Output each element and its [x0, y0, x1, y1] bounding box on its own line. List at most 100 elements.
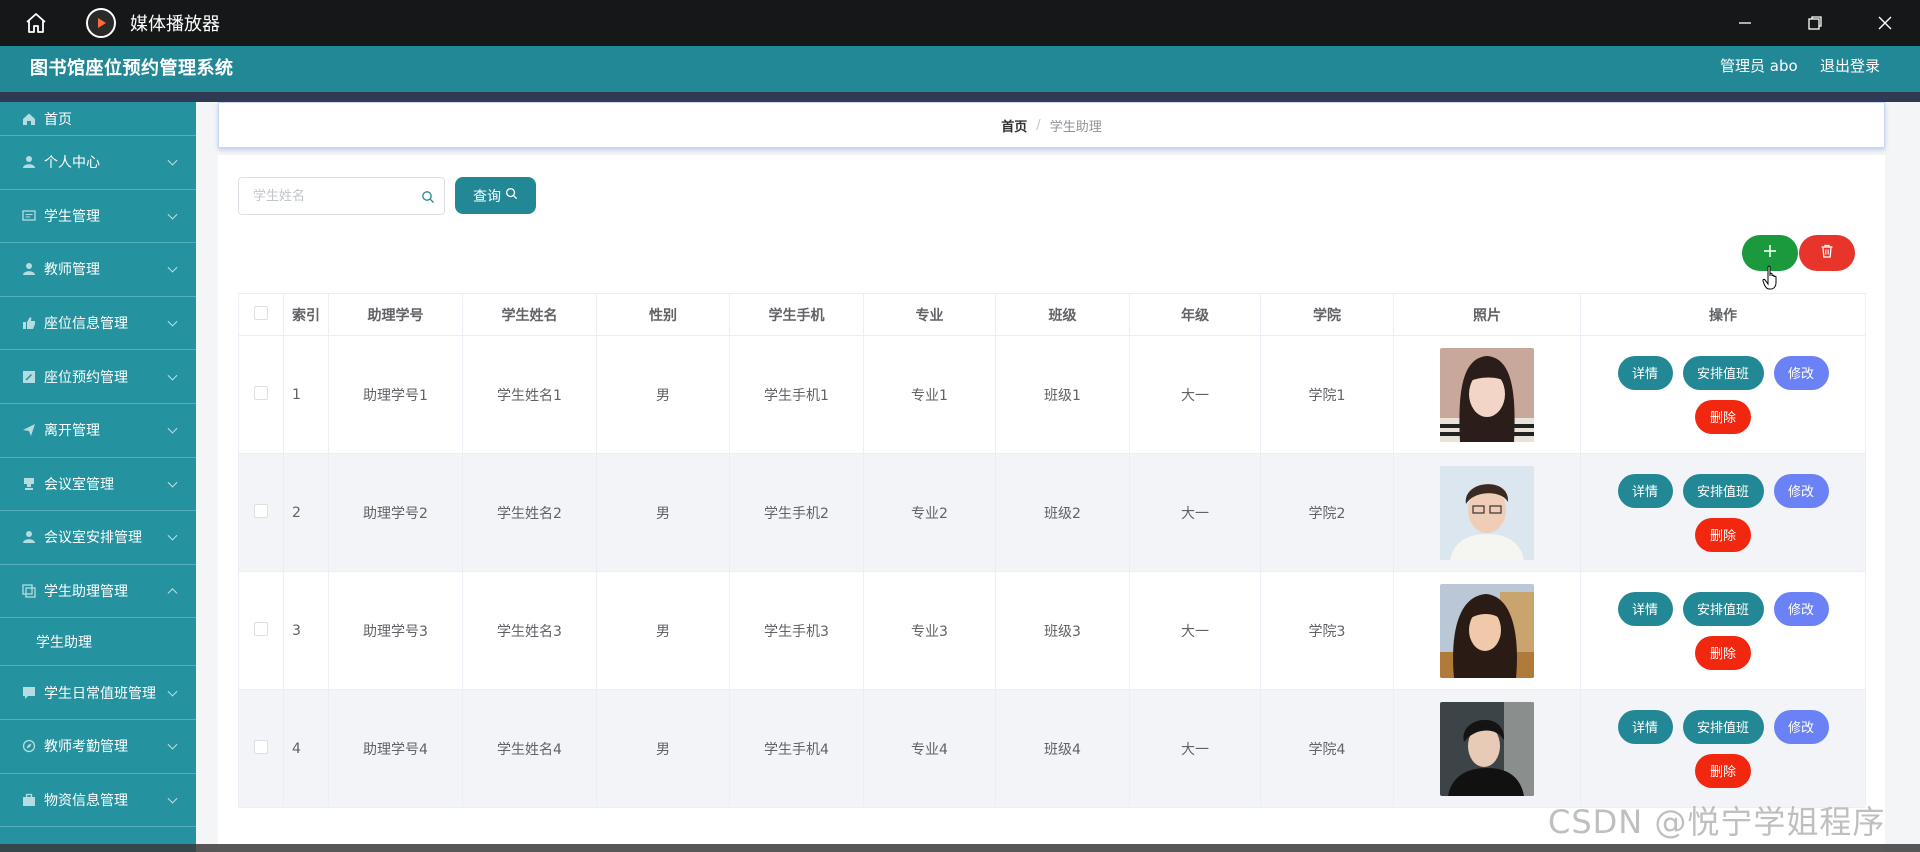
sidebar-item-supplies-management[interactable]: 物资信息管理 [0, 774, 196, 828]
sidebar-item-student-assistant-management[interactable]: 学生助理管理 [0, 565, 196, 619]
student-photo[interactable] [1440, 701, 1534, 796]
row-checkbox[interactable] [254, 385, 268, 400]
edit-button[interactable]: 修改 [1773, 473, 1829, 508]
delete-button[interactable]: 删除 [1695, 635, 1751, 670]
edit-button[interactable]: 修改 [1773, 355, 1829, 390]
breadcrumb-current: 学生助理 [1049, 119, 1102, 135]
user-icon [22, 155, 36, 169]
sidebar-item-seat-info-management[interactable]: 座位信息管理 [0, 297, 196, 351]
column-header: 学生姓名 [462, 293, 597, 336]
arrange-duty-button[interactable]: 安排值班 [1682, 473, 1764, 508]
sidebar-item-label: 个人中心 [44, 155, 100, 172]
copy-icon [22, 584, 36, 598]
message-icon [22, 209, 36, 223]
minimize-button[interactable] [1710, 0, 1780, 46]
detail-button[interactable]: 详情 [1617, 355, 1673, 390]
sidebar-item-teacher-attendance-management[interactable]: 教师考勤管理 [0, 720, 196, 774]
sidebar-item-teacher-management[interactable]: 教师管理 [0, 243, 196, 297]
cell-class: 班级1 [995, 335, 1130, 454]
cell-grade: 大一 [1129, 335, 1261, 454]
student-photo[interactable] [1440, 347, 1534, 442]
cell-actions: 详情 安排值班 修改 删除 [1580, 689, 1866, 808]
row-checkbox[interactable] [254, 621, 268, 636]
briefcase-icon [22, 793, 36, 807]
sidebar-item-daily-duty-management[interactable]: 学生日常值班管理 [0, 666, 196, 720]
cell-grade: 大一 [1129, 571, 1261, 690]
restore-button[interactable] [1780, 0, 1850, 46]
cell-college: 学院3 [1260, 571, 1394, 690]
sidebar-item-leave-management[interactable]: 离开管理 [0, 404, 196, 458]
delete-button[interactable]: 删除 [1695, 517, 1751, 552]
send-icon [22, 423, 36, 437]
app-header: 图书馆座位预约管理系统 管理员 abo 退出登录 [0, 46, 1920, 92]
sidebar-subitem-student-assistant[interactable]: 学生助理 [0, 618, 196, 667]
cell-index: 2 [283, 453, 329, 572]
cell-actions: 详情 安排值班 修改 删除 [1580, 571, 1866, 690]
chevron-down-icon [167, 370, 178, 381]
edit-button[interactable]: 修改 [1773, 709, 1829, 744]
cell-grade: 大一 [1129, 689, 1261, 808]
cell-college: 学院1 [1260, 335, 1394, 454]
edit-button[interactable]: 修改 [1773, 591, 1829, 626]
row-checkbox[interactable] [254, 739, 268, 754]
sidebar-item-student-management[interactable]: 学生管理 [0, 190, 196, 244]
select-all-cell [238, 293, 284, 336]
cell-phone: 学生手机2 [729, 453, 864, 572]
search-input[interactable] [238, 177, 445, 215]
sidebar-item-personal-center[interactable]: 个人中心 [0, 136, 196, 190]
query-button[interactable]: 查询 [455, 177, 536, 214]
delete-button[interactable]: 删除 [1695, 753, 1751, 788]
home-icon[interactable] [19, 6, 53, 40]
sidebar-item-seat-reservation-management[interactable]: 座位预约管理 [0, 350, 196, 404]
select-all-checkbox[interactable] [254, 305, 268, 320]
sidebar-subitem-label: 学生助理 [36, 634, 92, 651]
chevron-down-icon [167, 739, 178, 750]
cell-class: 班级4 [995, 689, 1130, 808]
logout-link[interactable]: 退出登录 [1820, 55, 1880, 76]
sidebar-item-label: 学生助理管理 [44, 584, 128, 601]
column-header: 索引 [283, 293, 329, 336]
sidebar-item-home[interactable]: 首页 [0, 102, 196, 136]
cell-gender: 男 [596, 453, 730, 572]
cell-college: 学院2 [1260, 453, 1394, 572]
cell-college: 学院4 [1260, 689, 1394, 808]
cell-class: 班级3 [995, 571, 1130, 690]
row-select-cell [238, 335, 284, 454]
breadcrumb-separator: / [1036, 117, 1041, 133]
cell-photo [1393, 453, 1581, 572]
student-photo[interactable] [1440, 583, 1534, 678]
column-header: 照片 [1393, 293, 1581, 336]
detail-button[interactable]: 详情 [1617, 709, 1673, 744]
sidebar-item-meeting-arrangement-management[interactable]: 会议室安排管理 [0, 511, 196, 565]
edit-icon [22, 370, 36, 384]
window-title: 媒体播放器 [130, 14, 220, 35]
cell-assistant-no: 助理学号4 [328, 689, 463, 808]
sidebar-item-meeting-room-management[interactable]: 会议室管理 [0, 458, 196, 512]
cell-photo [1393, 335, 1581, 454]
breadcrumb-home[interactable]: 首页 [1001, 116, 1027, 135]
detail-button[interactable]: 详情 [1617, 591, 1673, 626]
query-button-label: 查询 [473, 188, 501, 205]
column-header: 操作 [1580, 293, 1866, 336]
chevron-down-icon [167, 477, 178, 488]
current-user: 管理员 abo [1720, 57, 1798, 75]
trash-icon [1819, 243, 1835, 263]
chevron-down-icon [167, 686, 178, 697]
close-button[interactable] [1850, 0, 1920, 46]
cell-index: 3 [283, 571, 329, 690]
table-row: 1 助理学号1 学生姓名1 男 学生手机1 专业1 班级1 大一 学院1 详情 … [238, 335, 1866, 454]
sidebar-item-label: 教师管理 [44, 262, 100, 279]
delete-button[interactable]: 删除 [1695, 399, 1751, 434]
detail-button[interactable]: 详情 [1617, 473, 1673, 508]
arrange-duty-button[interactable]: 安排值班 [1682, 591, 1764, 626]
student-photo[interactable] [1440, 465, 1534, 560]
row-checkbox[interactable] [254, 503, 268, 518]
chevron-down-icon [167, 209, 178, 220]
batch-delete-button[interactable] [1799, 235, 1855, 271]
arrange-duty-button[interactable]: 安排值班 [1682, 355, 1764, 390]
cell-gender: 男 [596, 689, 730, 808]
sidebar-item-label: 学生日常值班管理 [44, 685, 156, 702]
chat-icon [22, 686, 36, 700]
arrange-duty-button[interactable]: 安排值班 [1682, 709, 1764, 744]
chevron-down-icon [167, 155, 178, 166]
